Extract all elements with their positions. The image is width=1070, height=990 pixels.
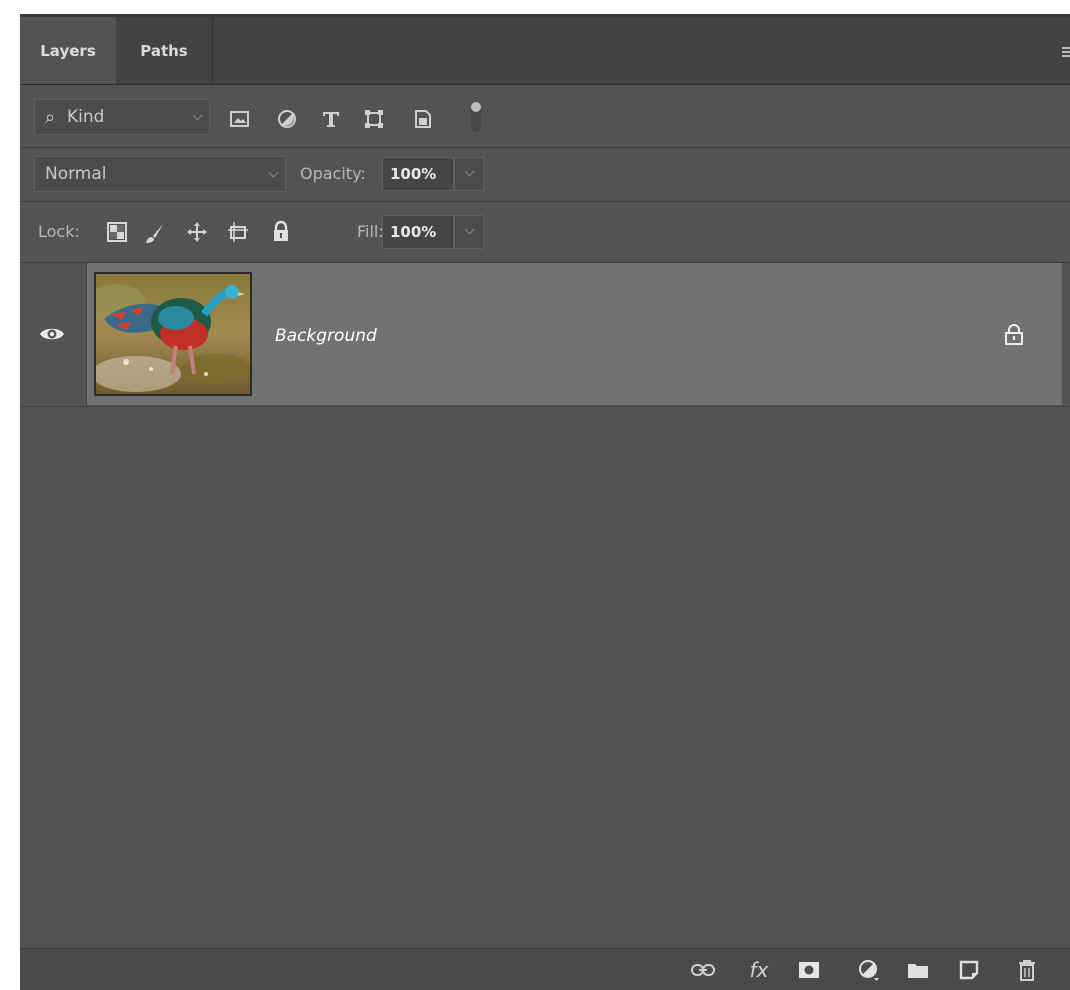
peacock-thumbnail-image xyxy=(96,274,250,394)
visibility-column xyxy=(20,263,87,407)
kind-filter-dropdown[interactable]: ⌕ Kind xyxy=(34,99,210,135)
kind-filter-label: Kind xyxy=(67,107,105,127)
trash-icon[interactable] xyxy=(1014,957,1040,983)
tab-layers-label: Layers xyxy=(40,41,96,60)
chevron-down-icon xyxy=(268,167,279,178)
fx-label: fx xyxy=(749,958,769,982)
lock-all-icon[interactable] xyxy=(270,220,292,241)
group-folder-icon[interactable] xyxy=(905,957,931,983)
tab-paths-label: Paths xyxy=(140,41,188,60)
search-icon: ⌕ xyxy=(45,106,56,128)
layer-row-divider xyxy=(20,406,1070,407)
layer-mask-icon[interactable] xyxy=(796,957,822,983)
blend-mode-dropdown[interactable]: Normal xyxy=(34,156,286,192)
filter-toggle-icon[interactable] xyxy=(468,99,484,135)
fill-label: Fill: xyxy=(357,222,384,241)
panel-footer: fx xyxy=(20,948,1070,990)
blend-mode-value: Normal xyxy=(45,164,107,184)
layer-name[interactable]: Background xyxy=(275,326,377,346)
filter-row: ⌕ Kind xyxy=(20,85,1070,148)
lock-row: Lock: Fill: 100% xyxy=(20,202,1070,263)
fill-slider-toggle[interactable] xyxy=(454,215,484,249)
link-layers-icon[interactable] xyxy=(690,957,716,983)
chevron-down-icon xyxy=(464,166,475,177)
opacity-slider-toggle[interactable] xyxy=(454,157,484,191)
smart-object-filter-icon[interactable] xyxy=(412,109,434,129)
blend-row: Normal Opacity: 100% xyxy=(20,148,1070,202)
tab-paths[interactable]: Paths xyxy=(116,17,213,84)
lock-artboard-icon[interactable] xyxy=(226,221,248,242)
opacity-field[interactable]: 100% xyxy=(382,157,454,191)
fill-value: 100% xyxy=(390,223,437,241)
fill-field[interactable]: 100% xyxy=(382,215,454,249)
chevron-down-icon xyxy=(464,224,475,235)
panel-tab-bar: Layers Paths xyxy=(20,17,1070,85)
adjustment-filter-icon[interactable] xyxy=(276,109,298,129)
layer-lock-icon[interactable] xyxy=(1004,323,1024,345)
lock-image-pixels-icon[interactable] xyxy=(144,222,166,243)
fx-icon[interactable]: fx xyxy=(746,957,772,983)
chevron-down-icon xyxy=(192,110,203,121)
adjustment-layer-icon[interactable] xyxy=(856,957,882,983)
eye-icon[interactable] xyxy=(39,325,65,343)
new-layer-icon[interactable] xyxy=(956,957,982,983)
lock-label: Lock: xyxy=(38,222,80,241)
layer-thumbnail xyxy=(94,272,252,396)
opacity-value: 100% xyxy=(390,165,437,183)
panel-menu-icon[interactable] xyxy=(1062,47,1070,57)
layers-panel: Layers Paths ⌕ Kind Normal Opacity: 100%… xyxy=(20,14,1070,990)
lock-position-icon[interactable] xyxy=(186,221,208,242)
lock-transparent-pixels-icon[interactable] xyxy=(106,222,128,242)
layer-row[interactable]: Background xyxy=(20,263,1070,407)
opacity-label: Opacity: xyxy=(300,164,366,183)
type-filter-icon[interactable] xyxy=(320,109,342,129)
tab-layers[interactable]: Layers xyxy=(20,17,116,84)
shape-filter-icon[interactable] xyxy=(363,109,385,129)
image-filter-icon[interactable] xyxy=(229,109,251,129)
